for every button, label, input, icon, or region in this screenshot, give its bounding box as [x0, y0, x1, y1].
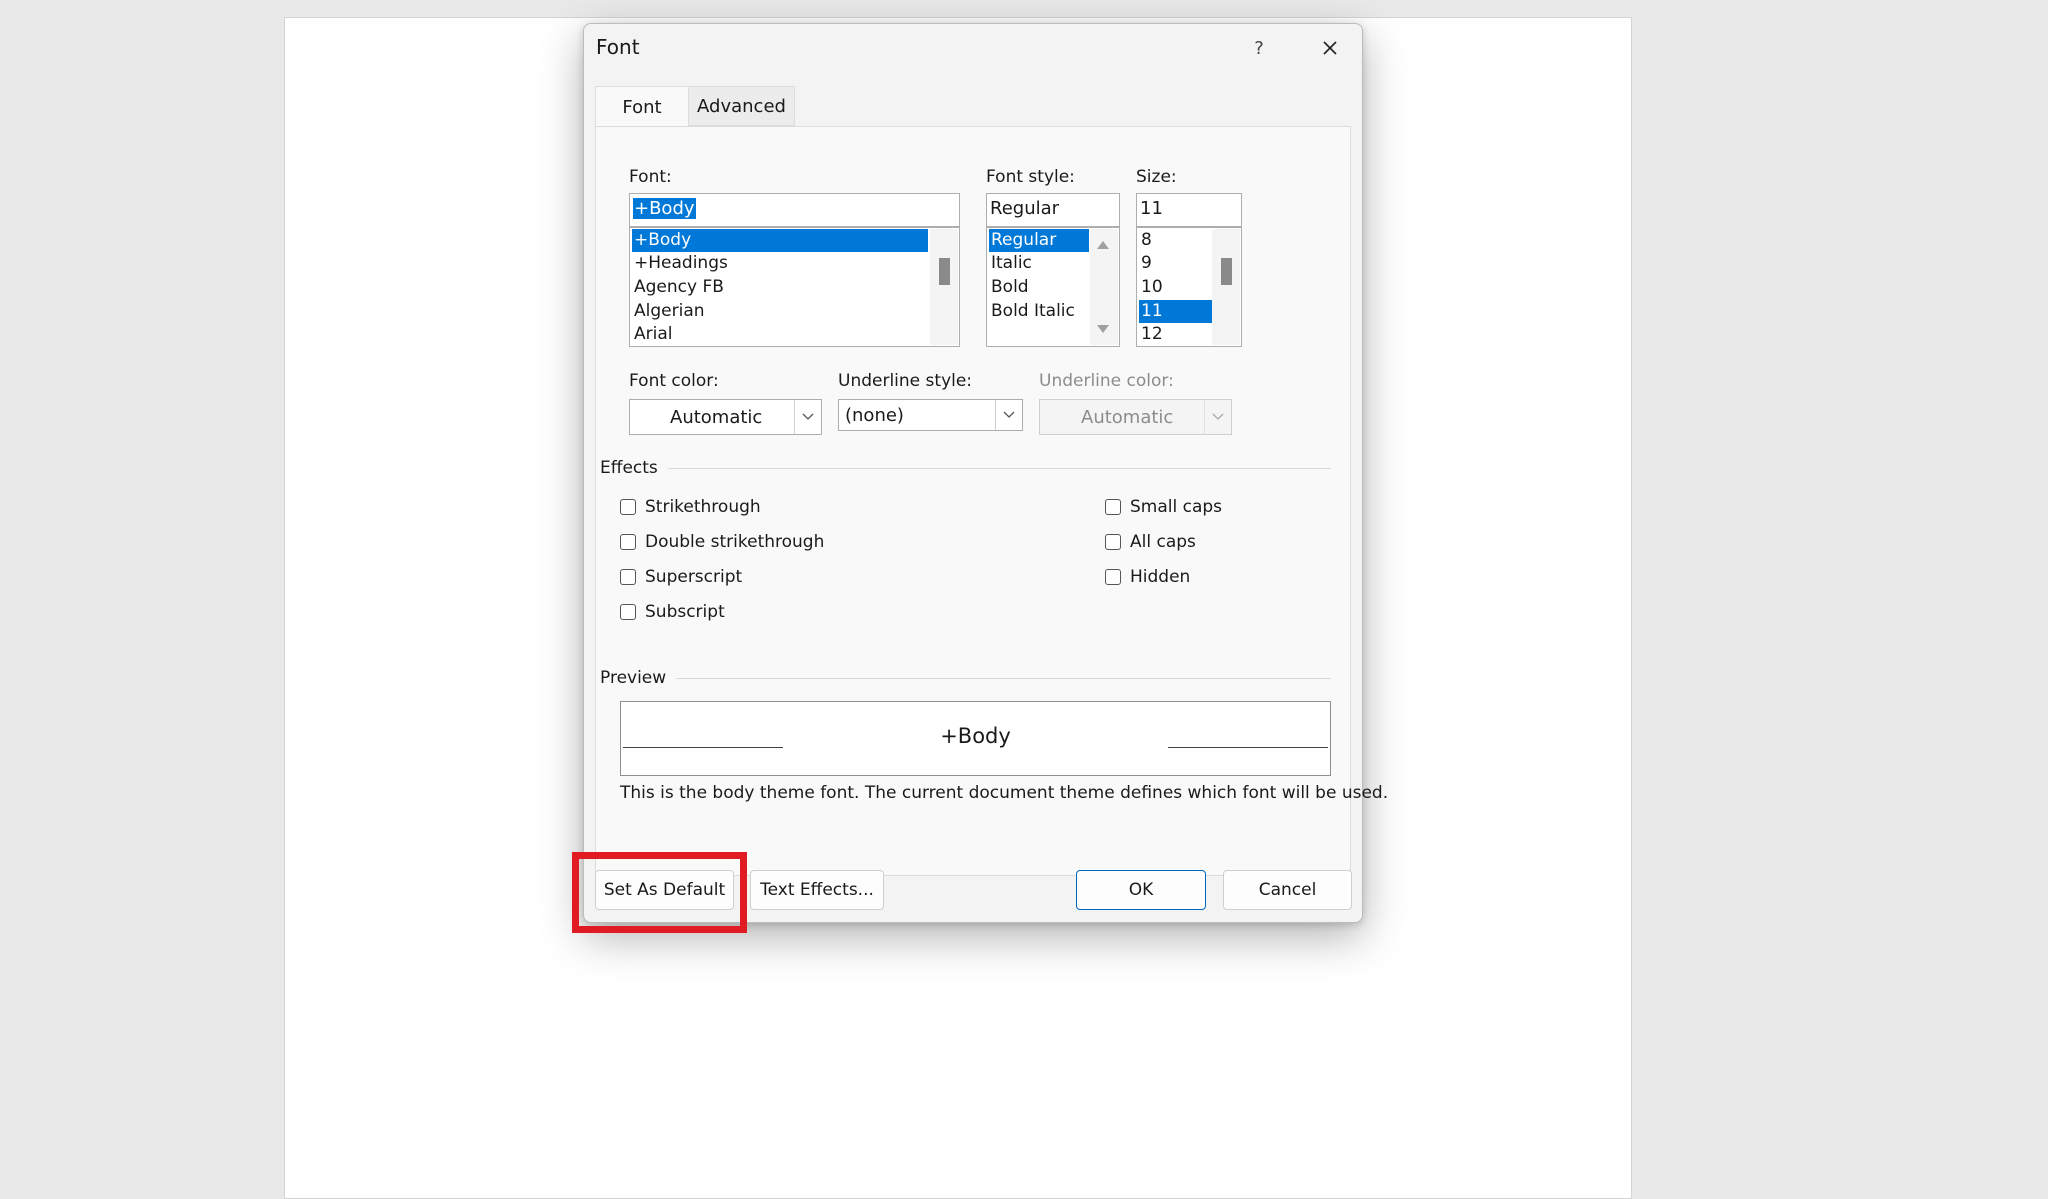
list-item[interactable]: 8 [1139, 229, 1213, 252]
help-button[interactable]: ? [1232, 30, 1286, 66]
list-item[interactable]: Bold Italic [989, 300, 1089, 323]
preview-baseline-right [1168, 747, 1328, 748]
size-list[interactable]: 8 9 10 11 12 [1136, 227, 1242, 347]
list-item[interactable]: 10 [1139, 276, 1213, 299]
checkbox-label: All caps [1130, 532, 1196, 552]
font-style-label: Font style: [986, 167, 1075, 187]
small-caps-checkbox[interactable]: Small caps [1105, 495, 1222, 519]
checkbox-box[interactable] [620, 534, 636, 550]
highlight-box [572, 852, 747, 933]
list-item[interactable]: Arial [632, 323, 928, 346]
preview-divider [676, 678, 1331, 679]
dialog-titlebar: Font ? [584, 24, 1362, 72]
font-style-input-value: Regular [990, 198, 1060, 219]
dialog-title: Font [596, 35, 640, 59]
checkbox-label: Subscript [645, 602, 725, 622]
font-list-scrollbar[interactable] [930, 229, 958, 345]
effects-divider [668, 468, 1331, 469]
font-label: Font: [629, 167, 672, 187]
checkbox-box[interactable] [1105, 569, 1121, 585]
strikethrough-checkbox[interactable]: Strikethrough [620, 495, 761, 519]
checkbox-box[interactable] [1105, 534, 1121, 550]
tab-advanced[interactable]: Advanced [689, 86, 795, 126]
double-strikethrough-checkbox[interactable]: Double strikethrough [620, 530, 824, 554]
scroll-down-arrow-icon[interactable] [1097, 325, 1109, 333]
underline-style-value: (none) [845, 405, 904, 426]
list-item[interactable]: 11 [1139, 300, 1213, 323]
text-effects-button[interactable]: Text Effects... [750, 870, 884, 910]
close-icon [1323, 41, 1337, 55]
preview-sample: +Body [940, 724, 1011, 748]
checkbox-label: Small caps [1130, 497, 1223, 517]
chevron-down-icon[interactable] [794, 400, 821, 434]
checkbox-label: Double strikethrough [645, 532, 825, 552]
size-input[interactable]: 11 [1136, 193, 1242, 227]
font-color-label: Font color: [629, 371, 719, 391]
font-color-value: Automatic [670, 407, 763, 428]
underline-style-dropdown[interactable]: (none) [838, 399, 1023, 431]
subscript-checkbox[interactable]: Subscript [620, 600, 725, 624]
font-style-input[interactable]: Regular [986, 193, 1120, 227]
list-item[interactable]: Bold [989, 276, 1089, 299]
font-color-dropdown[interactable]: Automatic [629, 399, 822, 435]
list-item[interactable]: Agency FB [632, 276, 928, 299]
all-caps-checkbox[interactable]: All caps [1105, 530, 1196, 554]
font-input-value: +Body [633, 198, 696, 219]
font-input[interactable]: +Body [629, 193, 960, 227]
checkbox-box[interactable] [620, 499, 636, 515]
scroll-up-arrow-icon[interactable] [1097, 241, 1109, 249]
font-style-scrollbar[interactable] [1090, 229, 1118, 345]
list-item[interactable]: 9 [1139, 252, 1213, 275]
list-item[interactable]: 12 [1139, 323, 1213, 346]
hidden-checkbox[interactable]: Hidden [1105, 565, 1190, 589]
underline-color-label: Underline color: [1039, 371, 1174, 391]
scroll-thumb[interactable] [1221, 258, 1232, 285]
list-item[interactable]: Algerian [632, 300, 928, 323]
checkbox-label: Strikethrough [645, 497, 761, 517]
scroll-thumb[interactable] [939, 258, 950, 285]
close-button[interactable] [1300, 30, 1360, 66]
underline-color-value: Automatic [1081, 407, 1174, 428]
chevron-down-icon[interactable] [995, 400, 1022, 430]
help-icon: ? [1254, 37, 1264, 59]
underline-color-dropdown: Automatic [1039, 399, 1232, 435]
list-item[interactable]: +Headings [632, 252, 928, 275]
size-input-value: 11 [1140, 198, 1163, 219]
checkbox-label: Superscript [645, 567, 743, 587]
checkbox-box[interactable] [620, 569, 636, 585]
preview-group-label: Preview [600, 668, 667, 688]
checkbox-box[interactable] [1105, 499, 1121, 515]
list-item[interactable]: Italic [989, 252, 1089, 275]
chevron-down-icon [1204, 400, 1231, 434]
checkbox-box[interactable] [620, 604, 636, 620]
font-list[interactable]: +Body +Headings Agency FB Algerian Arial [629, 227, 960, 347]
size-label: Size: [1136, 167, 1177, 187]
effects-group-label: Effects [600, 458, 658, 478]
tab-font[interactable]: Font [595, 86, 689, 128]
superscript-checkbox[interactable]: Superscript [620, 565, 742, 589]
list-item[interactable]: Regular [989, 229, 1089, 252]
font-style-list[interactable]: Regular Italic Bold Bold Italic [986, 227, 1120, 347]
preview-note: This is the body theme font. The current… [620, 783, 1389, 803]
list-item[interactable]: +Body [632, 229, 928, 252]
underline-style-label: Underline style: [838, 371, 973, 391]
cancel-button[interactable]: Cancel [1223, 870, 1352, 910]
checkbox-label: Hidden [1130, 567, 1191, 587]
ok-button[interactable]: OK [1076, 870, 1206, 910]
preview-box: +Body [620, 701, 1331, 776]
font-dialog: Font ? Font Advanced Font: +Body +Body +… [583, 23, 1388, 923]
font-tab-panel: Font: +Body +Body +Headings Agency FB Al… [595, 126, 1388, 876]
size-list-scrollbar[interactable] [1212, 229, 1240, 345]
